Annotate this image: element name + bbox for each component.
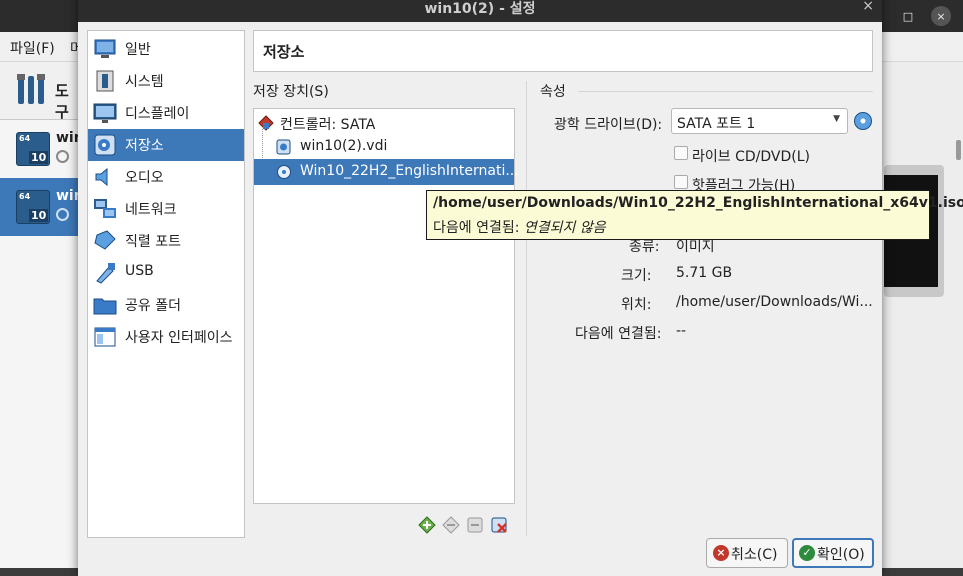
settings-dialog: win10(2) - 설정 × 일반 시스템 디스플레이 저장소 오디오 네트워… (78, 0, 882, 576)
general-icon (94, 39, 116, 58)
windows10-os-icon: 64 10 (16, 190, 50, 224)
optical-drive-value: SATA 포트 1 (677, 116, 756, 132)
audio-icon (95, 167, 108, 187)
user-interface-icon (94, 327, 116, 347)
tooltip-attached-value: 연결되지 않음 (523, 220, 606, 236)
check-icon: ✓ (799, 545, 815, 561)
attributes-label: 속성 (540, 84, 566, 100)
shared-folder-icon (93, 298, 117, 315)
details-pane (880, 62, 963, 568)
path-tooltip: /home/user/Downloads/Win10_22H2_EnglishI… (426, 190, 963, 240)
storage-icon (94, 134, 116, 156)
optical-drive-select[interactable]: SATA 포트 1 ▼ (671, 108, 848, 134)
optical-disc-icon (277, 165, 291, 179)
tools-item[interactable]: 도구 (0, 62, 80, 121)
chevron-down-icon: ▼ (833, 114, 840, 124)
close-icon[interactable]: × (931, 6, 951, 26)
tooltip-path: /home/user/Downloads/Win10_22H2_EnglishI… (433, 195, 963, 211)
nav-item-network[interactable]: 네트워크 (88, 193, 244, 225)
remove-attachment-icon[interactable] (490, 516, 508, 534)
nav-item-usb[interactable]: USB (88, 257, 244, 289)
dialog-title: win10(2) - 설정 (424, 1, 536, 17)
add-controller-icon[interactable] (418, 516, 436, 534)
storage-tree: 컨트롤러: SATA win10(2).vdi Win10_22H2_Engli… (253, 108, 519, 504)
optical-drive-label: 광학 드라이브(D): (554, 117, 663, 133)
network-icon (94, 199, 116, 218)
section-header: 저장소 (253, 30, 873, 72)
attached-to-label: 다음에 연결됨: (575, 326, 662, 342)
vm-list-item-selected[interactable]: 64 10 win (0, 178, 84, 236)
attached-to-value: -- (676, 323, 687, 339)
tree-disk-vdi[interactable]: win10(2).vdi (254, 134, 514, 160)
hotplug-checkbox[interactable] (674, 175, 688, 189)
vm-list-item[interactable]: 64 10 win (0, 120, 84, 178)
ok-button[interactable]: ✓ 확인(O) (792, 538, 874, 568)
location-label: 위치: (621, 297, 652, 313)
display-icon (93, 103, 117, 123)
tooltip-attached: 다음에 연결됨: 연결되지 않음 (433, 217, 606, 237)
settings-nav: 일반 시스템 디스플레이 저장소 오디오 네트워크 직렬 포트 USB 공유 폴… (87, 30, 245, 538)
nav-item-system[interactable]: 시스템 (88, 65, 244, 97)
nav-item-user-interface[interactable]: 사용자 인터페이스 (88, 321, 244, 353)
remove-controller-icon[interactable] (442, 516, 460, 534)
cancel-icon: × (713, 545, 729, 561)
vm-list: 64 10 win 64 10 win (0, 120, 84, 568)
live-cd-label: 라이브 CD/DVD(L) (692, 149, 810, 165)
tree-controller-sata[interactable]: 컨트롤러: SATA (254, 110, 514, 136)
power-off-icon (56, 208, 69, 221)
attributes-divider (578, 91, 873, 92)
windows10-os-icon: 64 10 (16, 132, 50, 166)
menu-file[interactable]: 파일(F) (10, 38, 55, 58)
live-cd-checkbox[interactable] (674, 146, 688, 160)
nav-item-storage[interactable]: 저장소 (88, 129, 244, 161)
tooltip-attached-label: 다음에 연결됨: (433, 220, 520, 236)
page-title: 저장소 (263, 43, 305, 61)
size-label: 크기: (621, 268, 652, 284)
usb-icon (96, 263, 115, 284)
hard-disk-icon (276, 139, 291, 155)
nav-item-display[interactable]: 디스플레이 (88, 97, 244, 129)
nav-item-general[interactable]: 일반 (88, 33, 244, 65)
pane-divider (526, 81, 527, 536)
dialog-titlebar: win10(2) - 설정 × (78, 0, 882, 22)
tree-optical-iso[interactable]: Win10_22H2_EnglishInternati... (254, 159, 519, 185)
controller-icon (258, 115, 274, 131)
storage-devices-label: 저장 장치(S) (253, 84, 329, 100)
tools-icon (17, 74, 45, 104)
scrollbar[interactable] (956, 140, 961, 160)
tools-label: 도구 (55, 82, 69, 121)
choose-disk-icon[interactable] (853, 111, 873, 131)
nav-item-shared-folder[interactable]: 공유 폴더 (88, 289, 244, 321)
close-icon[interactable]: × (862, 0, 874, 14)
nav-item-audio[interactable]: 오디오 (88, 161, 244, 193)
location-value: /home/user/Downloads/Wi... (676, 294, 873, 310)
add-attachment-icon[interactable] (466, 516, 484, 534)
nav-item-serial-port[interactable]: 직렬 포트 (88, 225, 244, 257)
size-value: 5.71 GB (676, 265, 733, 281)
serial-port-icon (94, 230, 116, 250)
maximize-icon[interactable]: □ (898, 6, 918, 26)
system-icon (96, 70, 114, 92)
cancel-button[interactable]: × 취소(C) (706, 538, 788, 568)
power-off-icon (56, 150, 69, 163)
